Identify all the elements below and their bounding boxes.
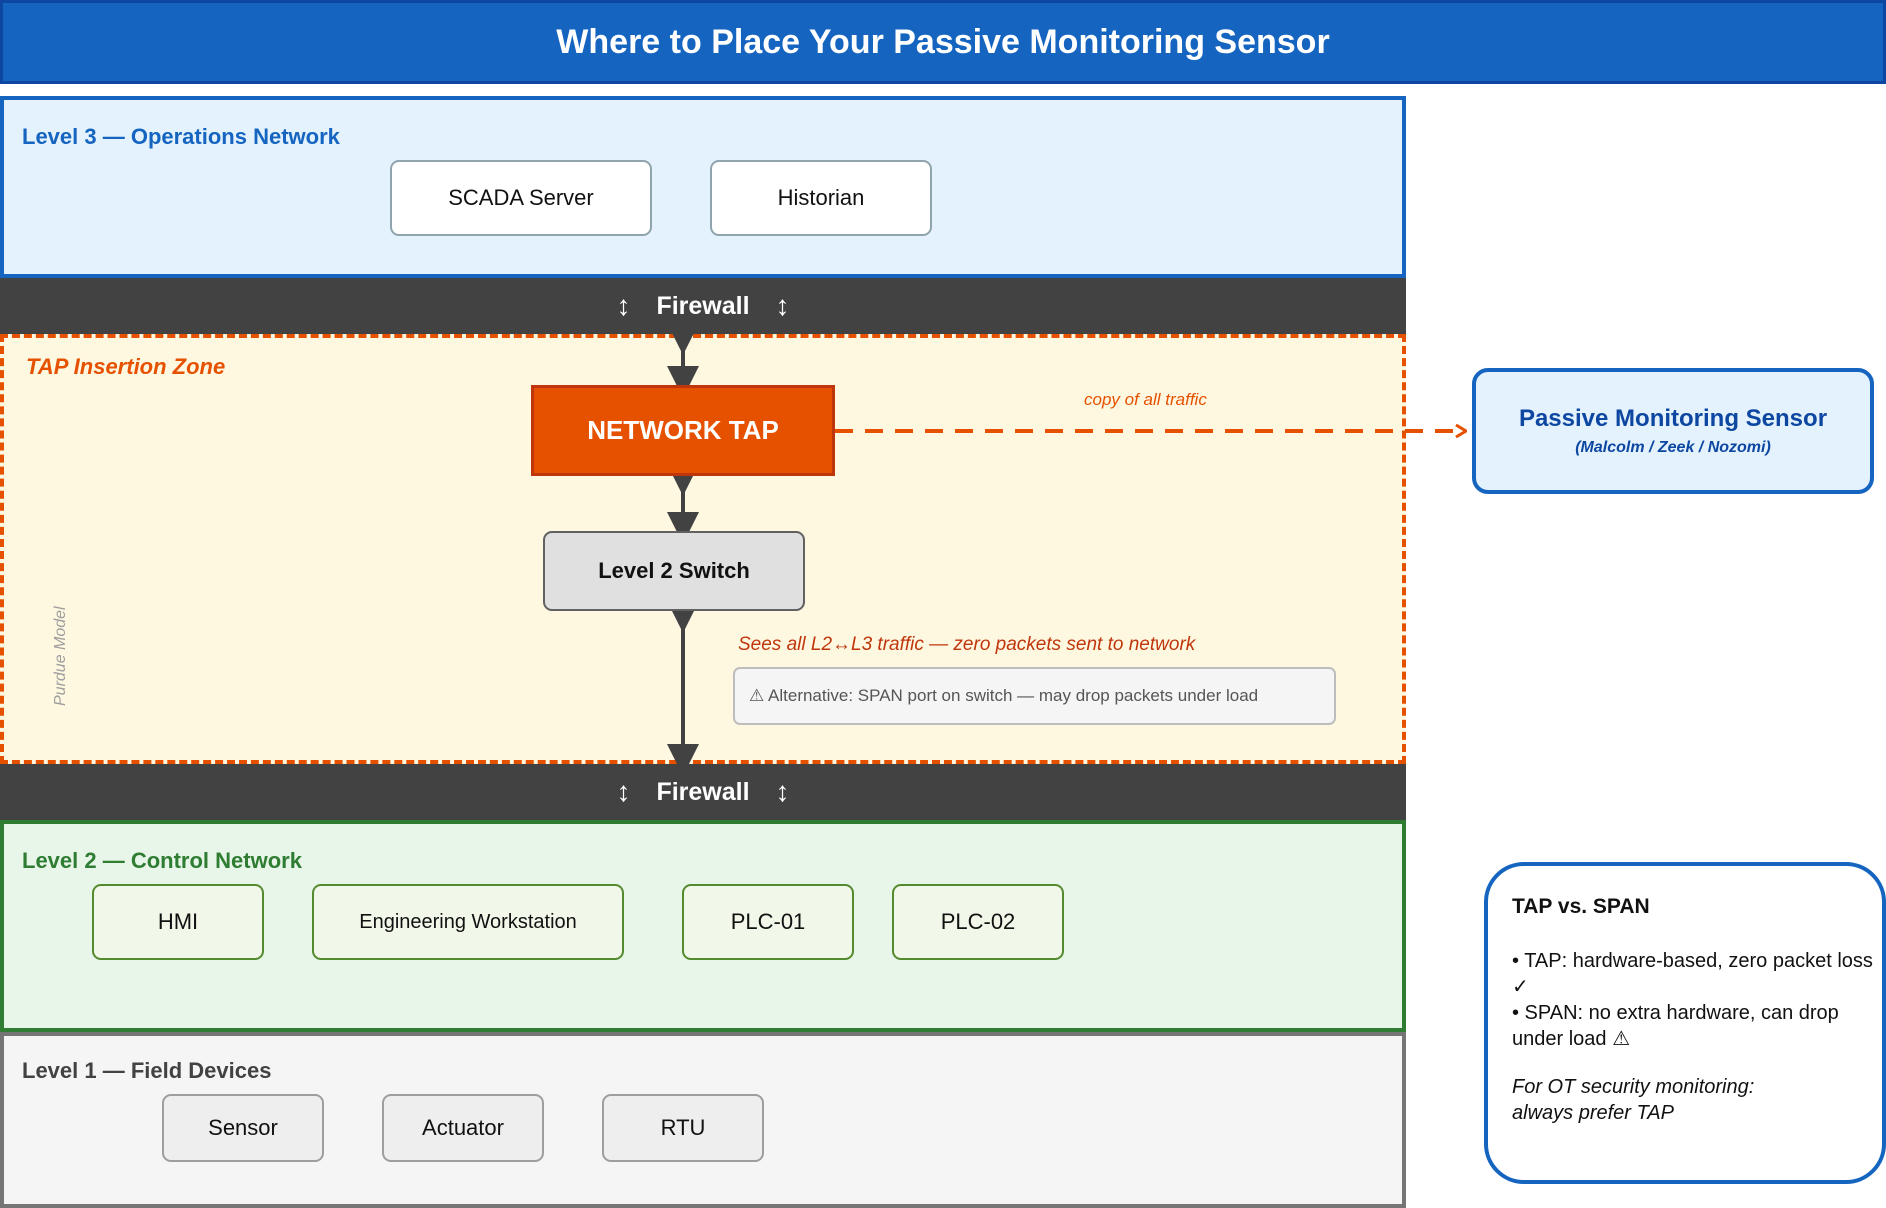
span-alternative-text: ⚠ Alternative: SPAN port on switch — may… xyxy=(749,686,1259,705)
comparison-span-line: • SPAN: no extra hardware, can drop unde… xyxy=(1512,1002,1839,1050)
comparison-footer-line1: For OT security monitoring: xyxy=(1512,1076,1755,1098)
comparison-tap-line: • TAP: hardware-based, zero packet loss … xyxy=(1512,950,1873,998)
level2-switch-node: Level 2 Switch xyxy=(543,531,805,611)
sees-traffic-label: Sees all L2↔L3 traffic — zero packets se… xyxy=(738,634,1196,655)
network-tap-node: NETWORK TAP xyxy=(531,385,835,476)
comparison-title: TAP vs. SPAN xyxy=(1512,895,1650,918)
span-alternative-note: ⚠ Alternative: SPAN port on switch — may… xyxy=(733,667,1336,725)
tap-vs-span-box: TAP vs. SPAN • TAP: hardware-based, zero… xyxy=(1484,862,1886,1184)
comparison-footer: For OT security monitoring: always prefe… xyxy=(1512,1074,1882,1126)
copy-traffic-label: copy of all traffic xyxy=(1084,390,1207,409)
comparison-footer-line2: always prefer TAP xyxy=(1512,1102,1674,1124)
sensor-title: Passive Monitoring Sensor xyxy=(1518,405,1828,432)
passive-monitoring-sensor-node: Passive Monitoring Sensor (Malcolm / Zee… xyxy=(1472,368,1874,494)
sensor-subtitle: (Malcolm / Zeek / Nozomi) xyxy=(1575,439,1771,456)
